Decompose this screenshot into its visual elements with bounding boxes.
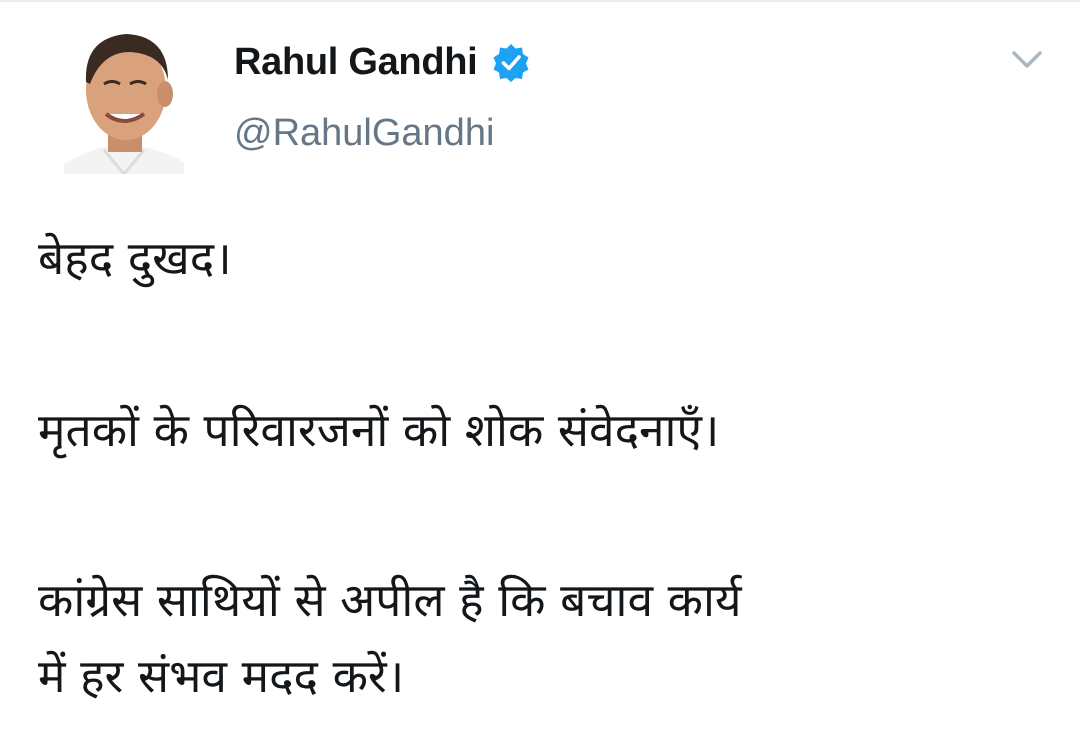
tweet-text-line: बेहद दुखद।	[38, 231, 232, 285]
top-divider	[0, 0, 1080, 2]
verified-badge-icon	[491, 42, 531, 82]
tweet-text-line: कांग्रेस साथियों से अपील है कि बचाव कार्…	[38, 573, 742, 627]
tweet-card: Rahul Gandhi @RahulGandhi बेहद दुखद। मृत…	[0, 0, 1080, 748]
author-handle[interactable]: @RahulGandhi	[234, 112, 494, 155]
chevron-down-icon[interactable]	[1010, 42, 1044, 76]
author-display-name[interactable]: Rahul Gandhi	[234, 41, 478, 84]
tweet-text-line: में हर संभव मदद करें।	[38, 649, 405, 703]
author-name-row[interactable]: Rahul Gandhi	[234, 38, 531, 86]
tweet-text-line: मृतकों के परिवारजनों को शोक संवेदनाएँ।	[38, 403, 720, 457]
avatar[interactable]	[64, 24, 184, 174]
